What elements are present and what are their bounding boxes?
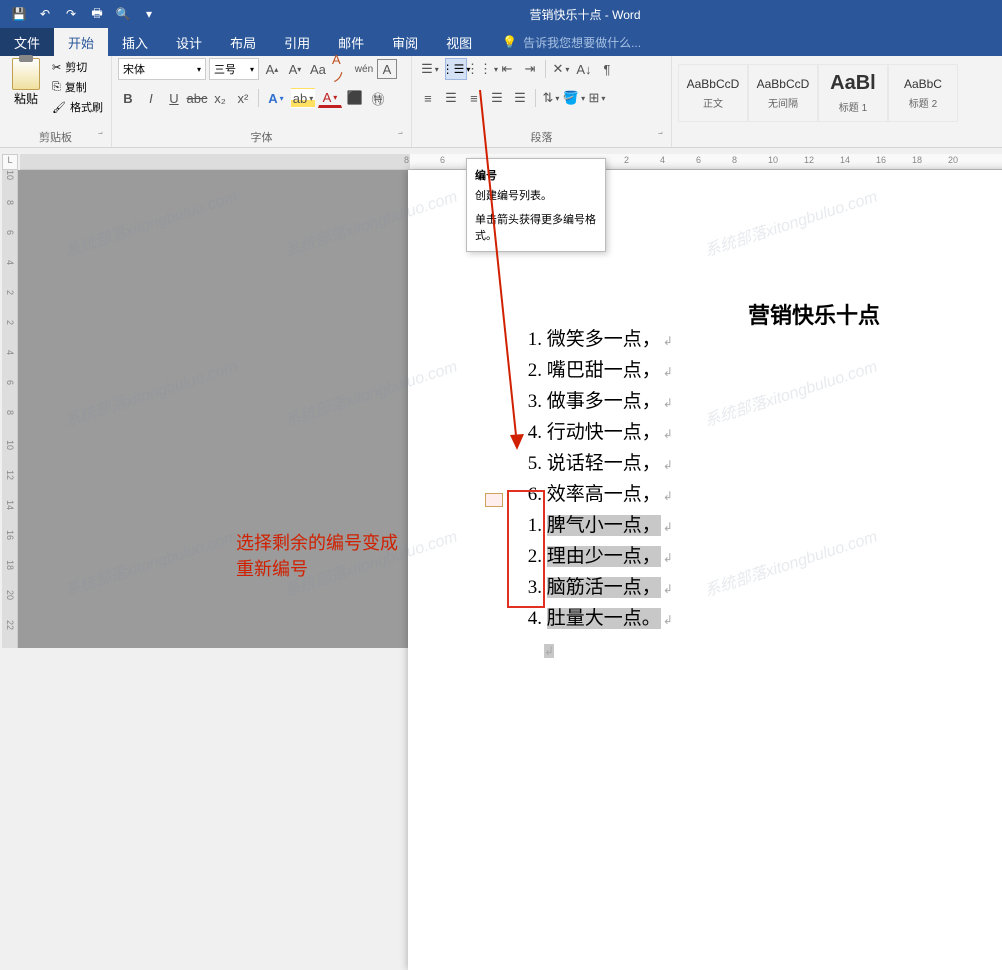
scissors-icon: ✂ xyxy=(52,61,61,74)
align-center-button[interactable]: ☰ xyxy=(441,88,461,108)
shrink-font-button[interactable]: A▾ xyxy=(285,59,305,79)
underline-button[interactable]: U xyxy=(164,88,184,108)
list-item[interactable]: 4. 行动快一点，↲ xyxy=(508,418,673,449)
window-title: 营销快乐十点 - Word xyxy=(168,6,1002,23)
list-item[interactable]: 3. 做事多一点，↲ xyxy=(508,387,673,418)
qat-more-button[interactable]: ▾ xyxy=(138,3,160,25)
style-no-spacing[interactable]: AaBbCcD无间隔 xyxy=(748,64,818,122)
copy-icon: ⎘ xyxy=(52,81,61,94)
document-title: 营销快乐十点 xyxy=(748,298,880,330)
brush-icon: 🖌 xyxy=(52,101,66,114)
enclose-char-button[interactable]: ㊕ xyxy=(368,88,388,108)
strike-button[interactable]: abc xyxy=(187,88,207,108)
list-item[interactable]: 1. 微笑多一点，↲ xyxy=(508,325,673,356)
style-heading2[interactable]: AaBbC标题 2 xyxy=(888,64,958,122)
list-item[interactable]: 2. 嘴巴甜一点，↲ xyxy=(508,356,673,387)
group-font: 宋体▾ 三号▾ A▴ A▾ Aa Aノ wén A B I U abc x₂ x… xyxy=(112,56,412,147)
cut-button[interactable]: ✂剪切 xyxy=(50,58,105,76)
copy-button[interactable]: ⎘复制 xyxy=(50,78,105,96)
style-heading1[interactable]: AaBl标题 1 xyxy=(818,64,888,122)
char-border-button[interactable]: A xyxy=(377,59,397,79)
ribbon-tabs: 文件 开始 插入 设计 布局 引用 邮件 审阅 视图 💡 告诉我您想要做什么..… xyxy=(0,28,1002,56)
show-marks-button[interactable]: ¶ xyxy=(597,59,617,79)
clear-format-button[interactable]: Aノ xyxy=(331,59,351,79)
tab-layout[interactable]: 布局 xyxy=(216,28,270,56)
tab-home[interactable]: 开始 xyxy=(54,28,108,56)
text-direction-button[interactable]: ✕ xyxy=(551,59,571,79)
tab-references[interactable]: 引用 xyxy=(270,28,324,56)
bold-button[interactable]: B xyxy=(118,88,138,108)
redo-button[interactable]: ↷ xyxy=(60,3,82,25)
lightbulb-icon: 💡 xyxy=(502,35,517,49)
tab-view[interactable]: 视图 xyxy=(432,28,486,56)
undo-button[interactable]: ↶ xyxy=(34,3,56,25)
grow-font-button[interactable]: A▴ xyxy=(262,59,282,79)
outdent-button[interactable]: ⇤ xyxy=(497,59,517,79)
tab-file[interactable]: 文件 xyxy=(0,28,54,56)
quick-access-toolbar: 💾 ↶ ↷ 🖶 🔍 ▾ xyxy=(0,3,168,25)
group-label-font: 字体 xyxy=(118,127,405,147)
list-item[interactable]: 5. 说话轻一点，↲ xyxy=(508,449,673,480)
group-label-clipboard: 剪贴板 xyxy=(6,127,105,147)
paste-icon xyxy=(12,58,40,90)
superscript-button[interactable]: x² xyxy=(233,88,253,108)
bullets-button[interactable]: ☰ xyxy=(418,59,442,79)
align-left-button[interactable]: ≡ xyxy=(418,88,438,108)
annotation-box xyxy=(507,490,545,608)
shading-button[interactable]: 🪣 xyxy=(564,88,584,108)
subscript-button[interactable]: x₂ xyxy=(210,88,230,108)
annotation-text: 选择剩余的编号变成 重新编号 xyxy=(236,530,398,582)
change-case-button[interactable]: Aa xyxy=(308,59,328,79)
phonetic-button[interactable]: wén xyxy=(354,59,374,79)
save-button[interactable]: 💾 xyxy=(8,3,30,25)
font-family-selector[interactable]: 宋体▾ xyxy=(118,58,206,80)
preview-button[interactable]: 🔍 xyxy=(112,3,134,25)
sort-button[interactable]: A↓ xyxy=(574,59,594,79)
format-painter-button[interactable]: 🖌格式刷 xyxy=(50,98,105,116)
print-button[interactable]: 🖶 xyxy=(86,3,108,25)
annotation-arrow xyxy=(470,90,530,470)
indent-button[interactable]: ⇥ xyxy=(520,59,540,79)
group-label-paragraph: 段落 xyxy=(418,127,665,147)
group-styles: AaBbCcD正文 AaBbCcD无间隔 AaBl标题 1 AaBbC标题 2 xyxy=(672,56,1002,147)
style-normal[interactable]: AaBbCcD正文 xyxy=(678,64,748,122)
tell-me-search[interactable]: 💡 告诉我您想要做什么... xyxy=(486,28,641,56)
group-clipboard: 粘贴 ✂剪切 ⎘复制 🖌格式刷 剪贴板 xyxy=(0,56,112,147)
font-size-selector[interactable]: 三号▾ xyxy=(209,58,259,80)
font-color-button[interactable]: A xyxy=(318,88,342,108)
italic-button[interactable]: I xyxy=(141,88,161,108)
title-bar: 💾 ↶ ↷ 🖶 🔍 ▾ 营销快乐十点 - Word xyxy=(0,0,1002,28)
tab-design[interactable]: 设计 xyxy=(162,28,216,56)
vertical-ruler[interactable]: 108642246810121416182022 xyxy=(2,170,18,648)
smart-tag-icon[interactable] xyxy=(485,493,503,507)
numbering-button[interactable]: ⋮☰ xyxy=(445,58,467,80)
ruler-corner[interactable]: L xyxy=(2,154,18,170)
text-effects-button[interactable]: A xyxy=(264,88,288,108)
line-spacing-button[interactable]: ⇅ xyxy=(541,88,561,108)
tab-review[interactable]: 审阅 xyxy=(378,28,432,56)
highlight-button[interactable]: ab xyxy=(291,88,315,108)
paste-button[interactable]: 粘贴 xyxy=(6,58,46,107)
borders-button[interactable]: ⊞ xyxy=(587,88,607,108)
tab-insert[interactable]: 插入 xyxy=(108,28,162,56)
char-shading-button[interactable]: ⬛ xyxy=(345,88,365,108)
list-item[interactable]: 4. 肚量大一点。↲ xyxy=(508,604,673,635)
group-paragraph: ☰ ⋮☰ ⋮⋮ ⇤ ⇥ ✕ A↓ ¶ ≡ ☰ ≡ ☰ ☰ ⇅ 🪣 ⊞ xyxy=(412,56,672,147)
multilevel-button[interactable]: ⋮⋮ xyxy=(470,59,494,79)
